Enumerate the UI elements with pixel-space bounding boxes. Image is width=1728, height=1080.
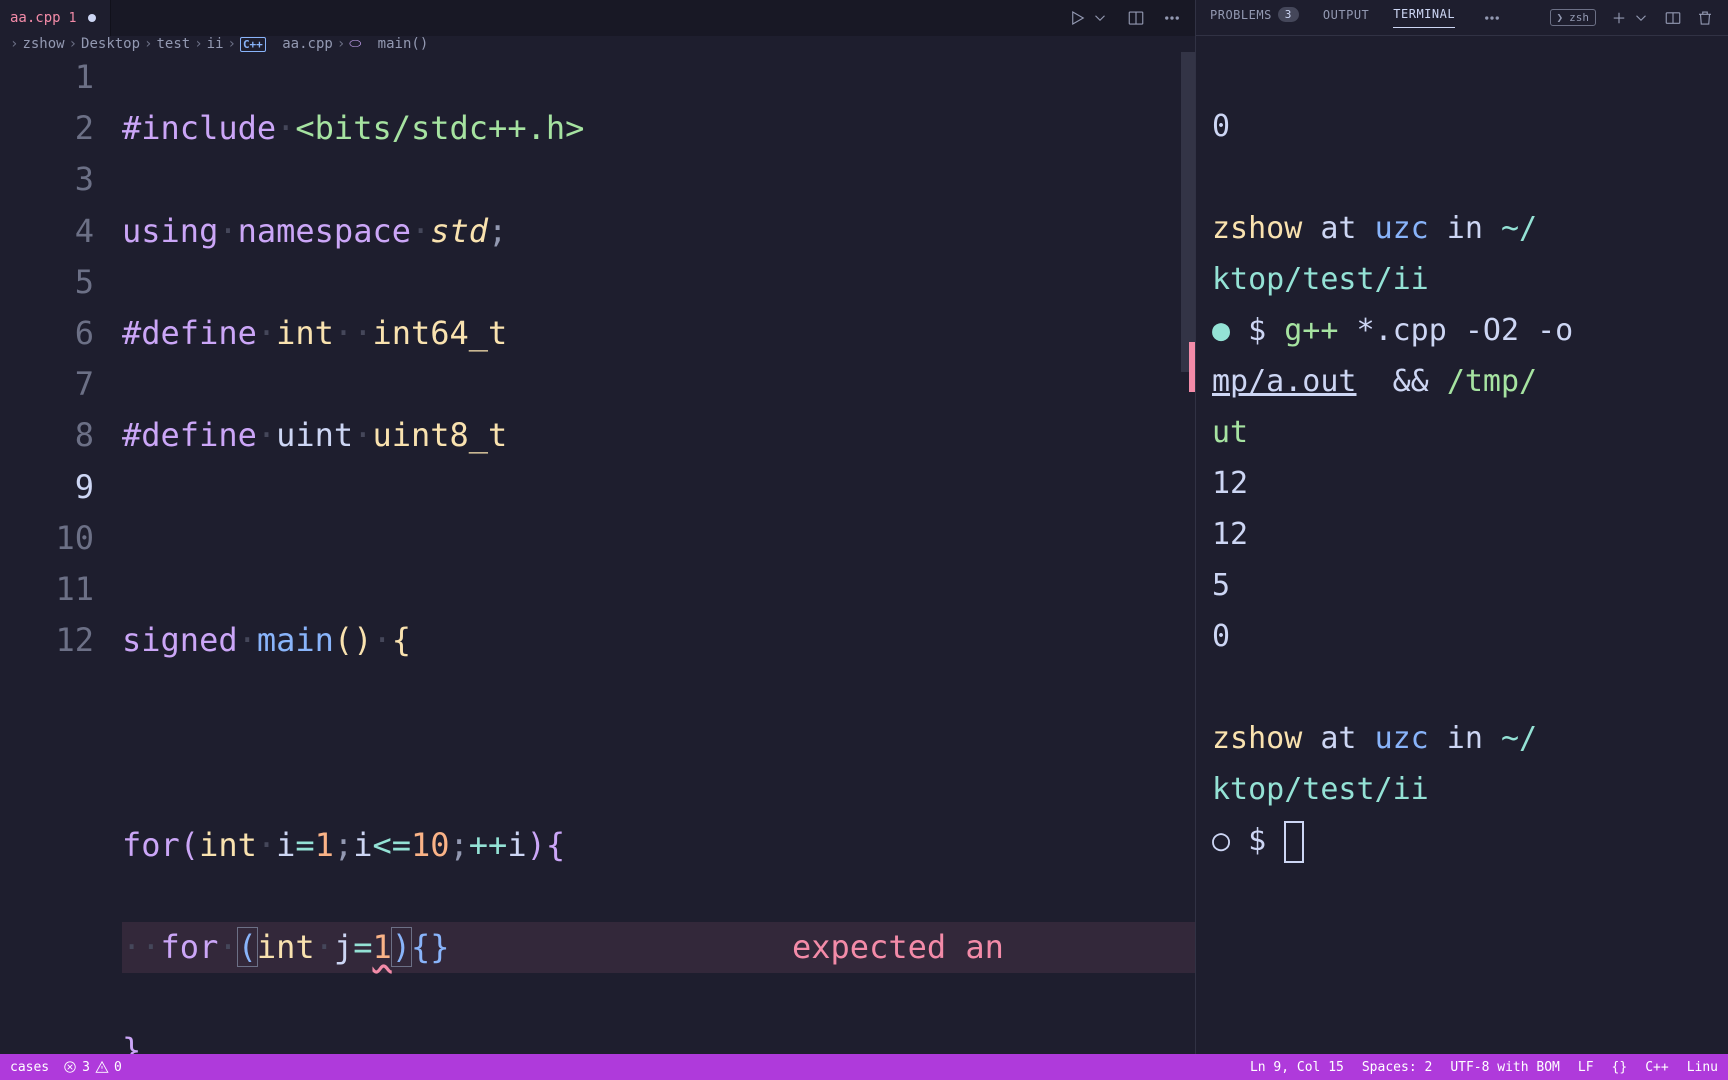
breadcrumb-symbol: main() bbox=[378, 36, 429, 52]
problems-count-badge: 3 bbox=[1278, 7, 1299, 22]
breadcrumb-item[interactable]: C++ aa.cpp bbox=[240, 36, 333, 52]
new-terminal-icon[interactable] bbox=[1610, 9, 1628, 27]
chevron-right-icon: › bbox=[10, 36, 18, 52]
tab-problems[interactable]: PROBLEMS 3 bbox=[1210, 7, 1299, 28]
split-editor-icon[interactable] bbox=[1127, 9, 1145, 27]
editor-pane: aa.cpp 1 › zshow bbox=[0, 0, 1195, 1054]
function-icon: ⬭ bbox=[349, 36, 361, 52]
overview-ruler-error[interactable] bbox=[1189, 342, 1195, 392]
panel-tab-bar: PROBLEMS 3 OUTPUT TERMINAL ❯ zsh bbox=[1196, 0, 1728, 36]
status-bar: cases 3 0 Ln 9, Col 15 Spaces: 2 UTF-8 w… bbox=[0, 1054, 1728, 1080]
chevron-right-icon: › bbox=[194, 36, 202, 52]
code-content[interactable]: #include·<bits/stdc++.h> using·namespace… bbox=[122, 52, 1195, 1054]
vertical-scrollbar[interactable] bbox=[1181, 52, 1195, 372]
status-indentation[interactable]: Spaces: 2 bbox=[1362, 1060, 1432, 1075]
status-language[interactable]: C++ bbox=[1645, 1060, 1668, 1075]
status-os[interactable]: Linu bbox=[1687, 1060, 1718, 1075]
tab-dirty-indicator bbox=[88, 14, 96, 22]
status-eol[interactable]: LF bbox=[1578, 1060, 1594, 1075]
tab-terminal[interactable]: TERMINAL bbox=[1393, 7, 1455, 28]
breadcrumb-item[interactable]: ii bbox=[207, 36, 224, 52]
run-icon[interactable] bbox=[1069, 9, 1087, 27]
breadcrumb-item[interactable]: Desktop bbox=[81, 36, 140, 52]
breadcrumb-file: aa.cpp bbox=[282, 36, 333, 52]
cpp-file-icon: C++ bbox=[240, 37, 266, 52]
terminal-cursor bbox=[1284, 821, 1304, 863]
trash-icon[interactable] bbox=[1696, 9, 1714, 27]
editor-tab-actions bbox=[1069, 9, 1195, 27]
chevron-down-icon[interactable] bbox=[1632, 9, 1650, 27]
editor-tab-bar: aa.cpp 1 bbox=[0, 0, 1195, 36]
inline-error-message: expected an bbox=[792, 922, 1004, 973]
terminal-shell-selector[interactable]: ❯ zsh bbox=[1550, 9, 1597, 26]
chevron-right-icon: › bbox=[337, 36, 345, 52]
code-editor[interactable]: 123456789101112 #include·<bits/stdc++.h>… bbox=[0, 52, 1195, 1054]
chevron-right-icon: › bbox=[144, 36, 152, 52]
breadcrumb[interactable]: › zshow › Desktop › test › ii › C++ aa.c… bbox=[0, 36, 1195, 52]
breadcrumb-item[interactable]: test bbox=[156, 36, 190, 52]
more-icon[interactable] bbox=[1483, 9, 1501, 27]
terminal-icon: ❯ bbox=[1557, 11, 1564, 24]
panel: PROBLEMS 3 OUTPUT TERMINAL ❯ zsh 0 zshow… bbox=[1195, 0, 1728, 1054]
tab-output[interactable]: OUTPUT bbox=[1323, 8, 1369, 28]
terminal-content[interactable]: 0 zshow at uzc in ~/ ktop/test/ii ● $ g+… bbox=[1196, 36, 1728, 1054]
chevron-right-icon: › bbox=[228, 36, 236, 52]
status-cursor-position[interactable]: Ln 9, Col 15 bbox=[1250, 1060, 1344, 1075]
status-problems[interactable]: 3 0 bbox=[63, 1060, 122, 1075]
tab-filename: aa.cpp bbox=[10, 10, 61, 26]
editor-tab-aa[interactable]: aa.cpp 1 bbox=[0, 0, 111, 36]
status-cases[interactable]: cases bbox=[10, 1060, 49, 1075]
breadcrumb-item[interactable]: zshow bbox=[22, 36, 64, 52]
tab-error-badge: 1 bbox=[69, 11, 77, 26]
split-terminal-icon[interactable] bbox=[1664, 9, 1682, 27]
chevron-right-icon: › bbox=[69, 36, 77, 52]
breadcrumb-item[interactable]: ⬭ main() bbox=[349, 36, 428, 52]
chevron-down-icon[interactable] bbox=[1091, 9, 1109, 27]
status-encoding[interactable]: UTF-8 with BOM bbox=[1450, 1060, 1560, 1075]
more-icon[interactable] bbox=[1163, 9, 1181, 27]
line-gutter: 123456789101112 bbox=[0, 52, 122, 1054]
status-braces[interactable]: {} bbox=[1612, 1060, 1628, 1075]
